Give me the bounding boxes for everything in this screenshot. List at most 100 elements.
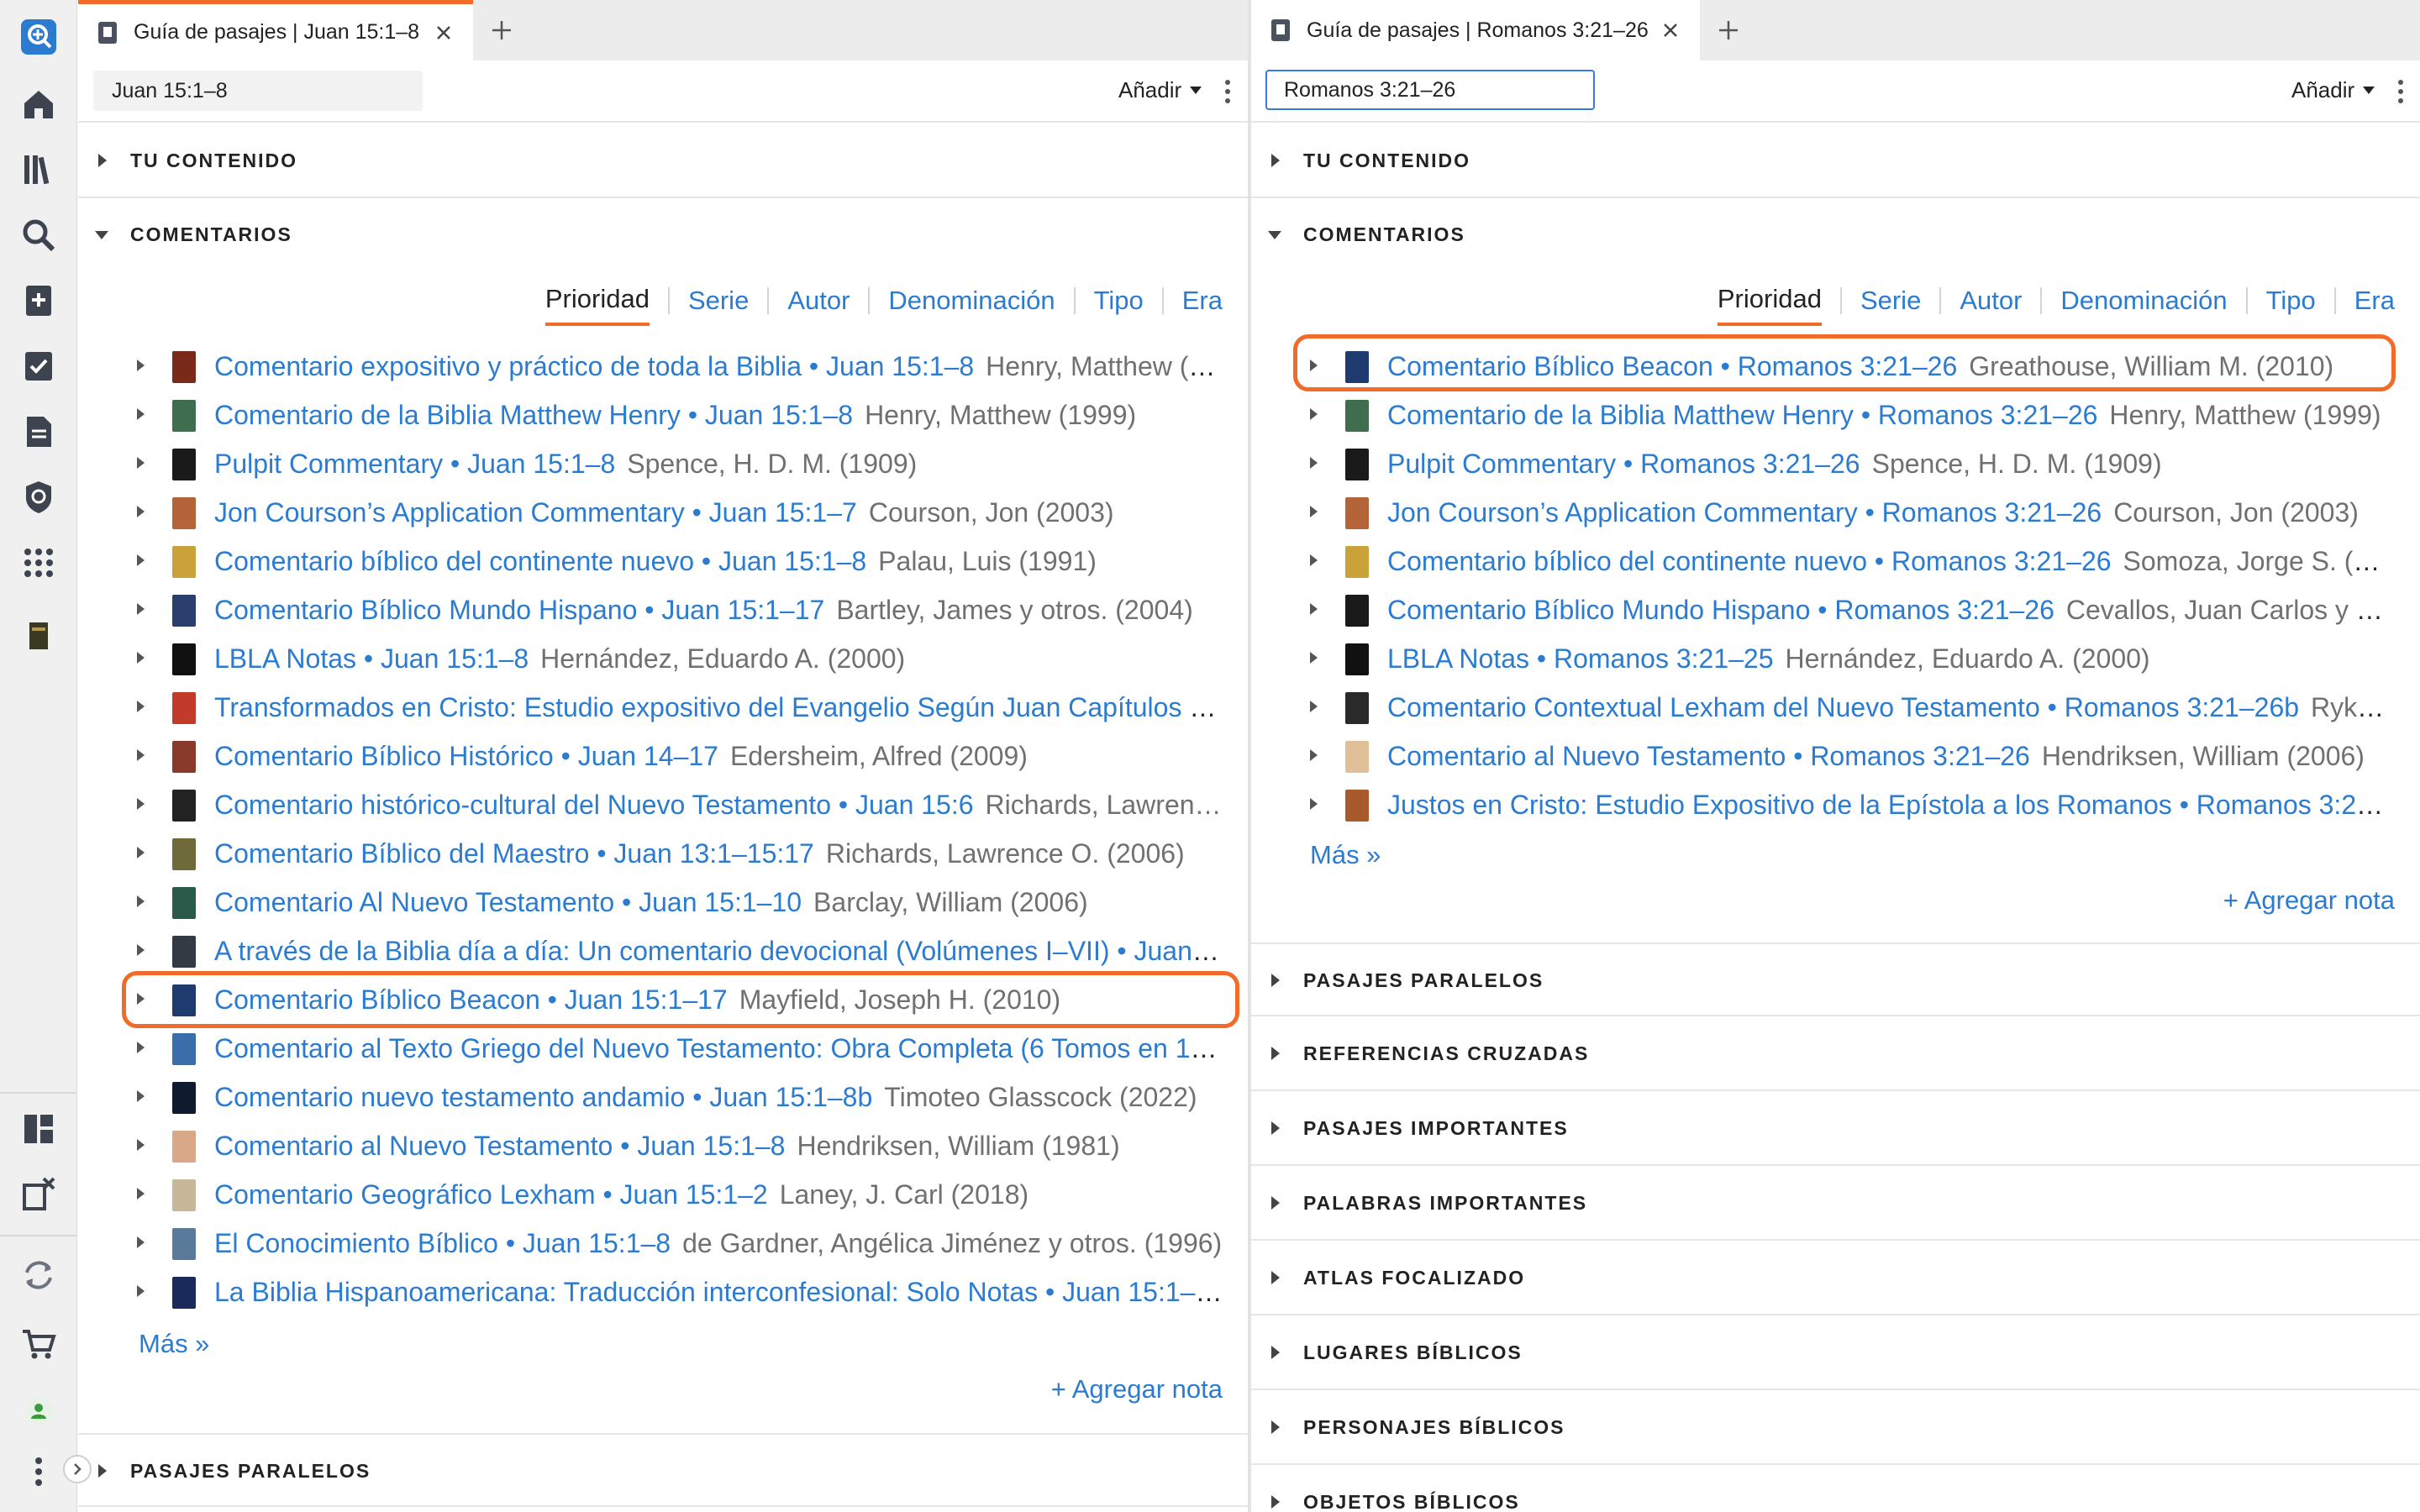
filter-tab[interactable]: Era (2354, 286, 2395, 324)
commentary-title-link[interactable]: Comentario Geográfico Lexham • Juan 15:1… (214, 1179, 768, 1210)
tab-passage-guide[interactable]: Guía de pasajes | Juan 15:1–8 (78, 0, 473, 60)
expand-triangle-icon[interactable] (1310, 701, 1318, 712)
expand-triangle-icon[interactable] (1310, 798, 1318, 810)
section-collapsed[interactable]: PASAJES IMPORTANTES (1251, 1092, 2420, 1166)
expand-triangle-icon[interactable] (137, 993, 145, 1005)
document-icon[interactable] (15, 408, 62, 455)
home-icon[interactable] (15, 81, 62, 128)
commentary-row[interactable]: Comentario Bíblico Beacon • Juan 15:1–17… (78, 974, 1248, 1023)
commentary-row[interactable]: El Conocimiento Bíblico • Juan 15:1–8 de … (78, 1218, 1248, 1267)
filter-tab[interactable]: Autor (787, 286, 850, 324)
expand-triangle-icon[interactable] (137, 701, 145, 712)
add-menu-button[interactable]: Añadir (1118, 77, 1202, 103)
expand-triangle-icon[interactable] (137, 652, 145, 664)
reference-input[interactable] (93, 71, 423, 111)
expand-triangle-icon[interactable] (137, 360, 145, 371)
commentary-title-link[interactable]: Jon Courson’s Application Commentary • J… (214, 497, 857, 528)
commentary-title-link[interactable]: Comentario nuevo testamento andamio • Ju… (214, 1082, 872, 1112)
commentary-row[interactable]: Comentario al Nuevo Testamento • Juan 15… (78, 1121, 1248, 1169)
commentary-row[interactable]: Comentario Bíblico Mundo Hispano • Roman… (1251, 585, 2420, 633)
commentary-title-link[interactable]: El Conocimiento Bíblico • Juan 15:1–8 (214, 1228, 671, 1258)
commentary-row[interactable]: Comentario de la Biblia Matthew Henry • … (1251, 390, 2420, 438)
expand-triangle-icon[interactable] (137, 506, 145, 517)
user-status-icon[interactable] (15, 1388, 62, 1435)
expand-triangle-icon[interactable] (137, 798, 145, 810)
section-comentarios[interactable]: COMENTARIOS (78, 198, 1248, 272)
section-collapsed[interactable]: REFERENCIAS CRUZADAS (1251, 1017, 2420, 1091)
expand-triangle-icon[interactable] (137, 1236, 145, 1248)
commentary-title-link[interactable]: Comentario al Texto Griego del Nuevo Tes… (214, 1033, 1223, 1063)
expand-triangle-icon[interactable] (1310, 554, 1318, 566)
more-link[interactable]: Más » (1310, 840, 1381, 870)
add-document-icon[interactable] (15, 277, 62, 324)
add-menu-button[interactable]: Añadir (2291, 77, 2375, 103)
expand-triangle-icon[interactable] (137, 1090, 145, 1102)
cart-icon[interactable] (15, 1320, 62, 1368)
commentary-row[interactable]: Jon Courson’s Application Commentary • R… (1251, 487, 2420, 536)
filter-tab[interactable]: Era (1182, 286, 1223, 324)
commentary-title-link[interactable]: Comentario al Nuevo Testamento • Romanos… (1387, 741, 2030, 771)
add-note-link[interactable]: + Agregar nota (2223, 885, 2395, 916)
reference-input[interactable] (1265, 70, 1595, 110)
filter-tab[interactable]: Serie (1860, 286, 1921, 324)
commentary-row[interactable]: Pulpit Commentary • Juan 15:1–8 Spence, H… (78, 438, 1248, 487)
filter-tab[interactable]: Autor (1960, 286, 2022, 324)
commentary-title-link[interactable]: Justos en Cristo: Estudio Expositivo de … (1387, 790, 2395, 820)
commentary-row[interactable]: Comentario expositivo y práctico de toda… (78, 341, 1248, 390)
commentary-row[interactable]: Comentario Bíblico Histórico • Juan 14–1… (78, 731, 1248, 780)
commentary-row[interactable]: A través de la Biblia día a día: Un come… (78, 926, 1248, 974)
section-collapsed[interactable]: ATLAS FOCALIZADO (1251, 1242, 2420, 1315)
expand-triangle-icon[interactable] (1310, 749, 1318, 761)
commentary-row[interactable]: Comentario histórico-cultural del Nuevo … (78, 780, 1248, 828)
expand-triangle-icon[interactable] (137, 1285, 145, 1297)
section-tu-contenido[interactable]: TU CONTENIDO (78, 124, 1248, 198)
commentary-row[interactable]: Jon Courson’s Application Commentary • J… (78, 487, 1248, 536)
commentary-row[interactable]: Comentario Bíblico Beacon • Romanos 3:21… (1251, 341, 2420, 390)
commentary-title-link[interactable]: Comentario expositivo y práctico de toda… (214, 351, 974, 381)
commentary-title-link[interactable]: Comentario bíblico del continente nuevo … (1387, 546, 2112, 576)
commentary-row[interactable]: Comentario Al Nuevo Testamento • Juan 15… (78, 877, 1248, 926)
expand-triangle-icon[interactable] (137, 847, 145, 858)
commentary-title-link[interactable]: Comentario Al Nuevo Testamento • Juan 15… (214, 887, 802, 917)
expand-triangle-icon[interactable] (137, 895, 145, 907)
commentary-title-link[interactable]: LBLA Notas • Juan 15:1–8 (214, 643, 529, 674)
commentary-row[interactable]: Comentario Geográfico Lexham • Juan 15:1… (78, 1169, 1248, 1218)
commentary-row[interactable]: Comentario nuevo testamento andamio • Ju… (78, 1072, 1248, 1121)
commentary-title-link[interactable]: Jon Courson’s Application Commentary • R… (1387, 497, 2102, 528)
filter-tab[interactable]: Denominación (2060, 286, 2227, 324)
expand-triangle-icon[interactable] (1310, 652, 1318, 664)
commentary-row[interactable]: Justos en Cristo: Estudio Expositivo de … (1251, 780, 2420, 828)
expand-triangle-icon[interactable] (137, 1188, 145, 1200)
more-link[interactable]: Más » (139, 1329, 209, 1359)
section-pasajes-paralelos[interactable]: PASAJES PARALELOS (78, 1433, 1248, 1507)
commentary-title-link[interactable]: Comentario Bíblico Beacon • Juan 15:1–17 (214, 984, 728, 1015)
commentary-title-link[interactable]: A través de la Biblia día a día: Un come… (214, 936, 1223, 966)
logo-search-icon[interactable] (15, 13, 62, 60)
commentary-title-link[interactable]: Comentario Bíblico Beacon • Romanos 3:21… (1387, 351, 1957, 381)
close-icon[interactable] (1661, 21, 1680, 39)
commentary-title-link[interactable]: Comentario Bíblico Mundo Hispano • Juan … (214, 595, 824, 625)
section-collapsed[interactable]: PASAJES PARALELOS (1251, 942, 2420, 1016)
expand-triangle-icon[interactable] (137, 554, 145, 566)
commentary-row[interactable]: Comentario Bíblico del Maestro • Juan 13… (78, 828, 1248, 877)
commentary-title-link[interactable]: LBLA Notas • Romanos 3:21–25 (1387, 643, 1774, 674)
section-tu-contenido[interactable]: TU CONTENIDO (1251, 124, 2420, 198)
commentary-title-link[interactable]: Comentario de la Biblia Matthew Henry • … (1387, 400, 2097, 430)
filter-tab[interactable]: Prioridad (544, 284, 650, 326)
commentary-row[interactable]: Pulpit Commentary • Romanos 3:21–26 Spenc… (1251, 438, 2420, 487)
section-collapsed[interactable]: PALABRAS IMPORTANTES (1251, 1167, 2420, 1241)
commentary-row[interactable]: Comentario Contextual Lexham del Nuevo T… (1251, 682, 2420, 731)
commentary-row[interactable]: Comentario de la Biblia Matthew Henry • … (78, 390, 1248, 438)
commentary-row[interactable]: Comentario bíblico del continente nuevo … (78, 536, 1248, 585)
library-icon[interactable] (15, 146, 62, 193)
expand-triangle-icon[interactable] (1310, 603, 1318, 615)
add-tab-button[interactable] (487, 15, 517, 45)
commentary-title-link[interactable]: Comentario Contextual Lexham del Nuevo T… (1387, 692, 2299, 722)
expand-triangle-icon[interactable] (137, 1139, 145, 1151)
filter-tab[interactable]: Tipo (2266, 286, 2316, 324)
section-collapsed[interactable]: OBJETOS BÍBLICOS (1251, 1466, 2420, 1512)
section-collapsed[interactable]: LUGARES BÍBLICOS (1251, 1316, 2420, 1390)
commentary-row[interactable]: Comentario al Texto Griego del Nuevo Tes… (78, 1023, 1248, 1072)
eye-tracker-icon[interactable] (15, 474, 62, 521)
commentary-title-link[interactable]: Comentario Bíblico Mundo Hispano • Roman… (1387, 595, 2054, 625)
